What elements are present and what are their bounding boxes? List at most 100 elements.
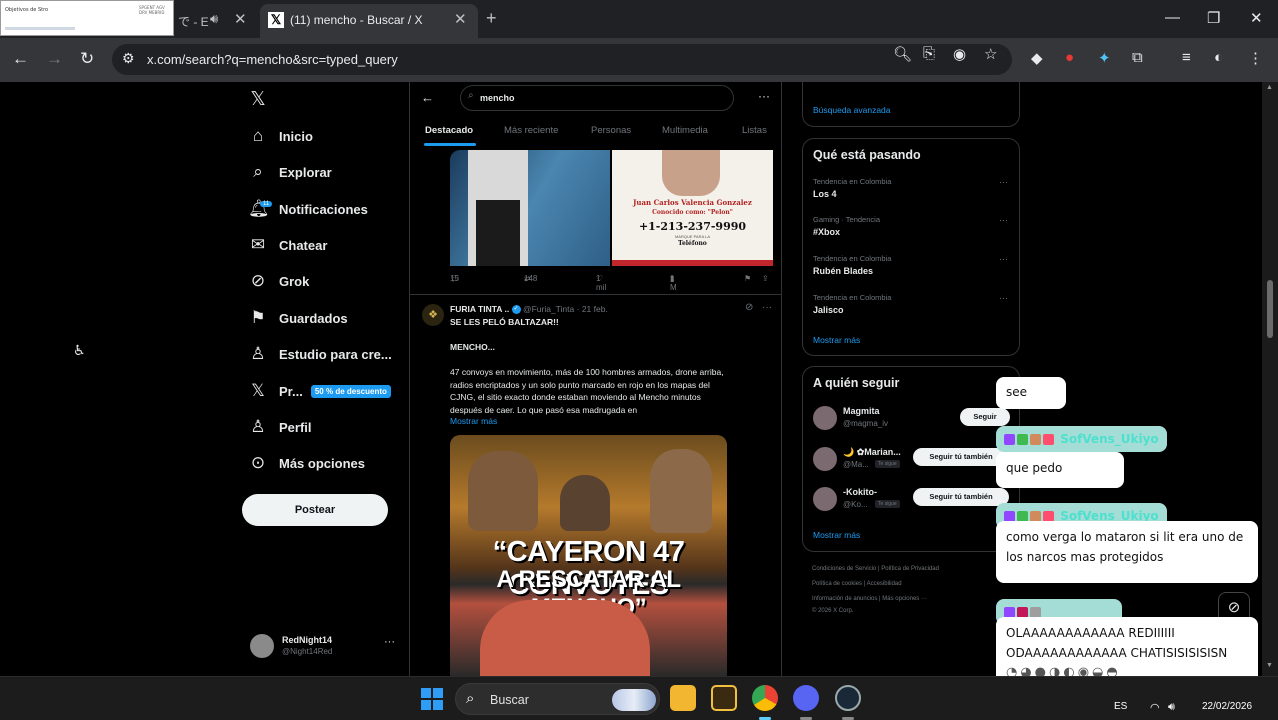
scroll-down-icon[interactable]: ▼ [1266,662,1273,669]
site-info-icon[interactable]: ⚙ [122,50,135,67]
trend-name[interactable]: Los 4 [813,189,837,199]
restore-icon[interactable]: ❐ [1207,9,1220,27]
follow-name[interactable]: Magmita [843,406,880,416]
follow-back-button[interactable]: Seguir tú también [913,448,1009,466]
language-indicator[interactable]: ES [1114,701,1127,712]
volume-icon[interactable]: 🔊︎ [1168,701,1175,714]
tab-preview-thumbnail[interactable]: Objetivos de Stro SPGENT AGV DRV MEBRID [0,0,174,36]
advanced-search-link[interactable]: Búsqueda avanzada [813,105,891,115]
tab-active[interactable]: 𝕏 (11) mencho - Buscar / X ✕ [260,4,478,38]
page-scrollbar[interactable]: ▲ ▼ [1262,82,1278,676]
nav-item-chatear[interactable]: ✉ Chatear [248,230,328,260]
show-more-link[interactable]: Mostrar más [813,530,860,540]
trend-name[interactable]: Rubén Blades [813,266,873,276]
close-tab-icon[interactable]: ✕ [234,10,247,28]
nav-item-estudio[interactable]: ♙ Estudio para cre... [248,339,391,369]
footer-link[interactable]: Condiciones de Servicio | Política de Pr… [812,566,939,572]
account-switcher[interactable]: RedNight14 @Night14Red ··· [250,634,400,662]
close-window-icon[interactable]: ✕ [1250,9,1263,27]
back-icon[interactable]: ← [12,49,29,69]
extension-blue-icon[interactable]: ✦ [1098,49,1111,67]
show-more-link[interactable]: Mostrar más [813,335,860,345]
tweet-photo[interactable] [450,150,610,266]
url-text[interactable]: x.com/search?q=mencho&src=typed_query [147,52,398,67]
nav-item-inicio[interactable]: ⌂ Inicio [248,121,313,151]
install-app-icon[interactable]: ⎘ [923,45,935,62]
trends-title: Qué está pasando [813,148,921,162]
tab-inactive[interactable]: で - E 🔊︎ ✕ [174,6,256,34]
chrome-icon[interactable] [752,685,778,711]
clock-date[interactable]: 22/02/2026 [1202,701,1252,712]
profile-avatar-icon[interactable]: ◐ [1214,49,1223,66]
nav-item-notificaciones[interactable]: 🔔︎ 11 Notificaciones [248,194,368,224]
forward-icon[interactable]: → [46,49,63,69]
nav-item-guardados[interactable]: ⚑ Guardados [248,303,347,333]
tweet-date[interactable]: 21 feb. [582,304,608,314]
tab-destacado[interactable]: Destacado [425,125,473,136]
share-icon[interactable]: ⇪ [762,274,769,283]
wanted-poster-photo[interactable]: Juan Carlos Valencia Gonzalez Conocido c… [612,150,773,266]
accessibility-icon[interactable]: ♿︎ [73,342,86,359]
zoom-icon[interactable]: 🔍︎ [893,45,912,63]
more-icon[interactable]: ··· [999,215,1008,225]
extension-red-icon[interactable]: ● [1065,49,1074,66]
back-arrow-icon[interactable]: ← [421,90,434,105]
browser-menu-icon[interactable]: ⋮ [1248,49,1263,67]
post-button[interactable]: Postear [242,494,388,526]
footer-link[interactable]: Política de cookies | Accesibilidad [812,581,902,587]
more-icon[interactable]: ··· [999,293,1008,303]
avatar[interactable] [813,406,837,430]
app-icon[interactable] [711,685,737,711]
follow-name[interactable]: -Kokito- [843,487,877,497]
steam-icon[interactable] [835,685,861,711]
tab-personas[interactable]: Personas [591,125,631,136]
footer-link[interactable]: Información de anuncios | Más opciones ·… [812,596,927,602]
bookmark-star-icon[interactable]: ☆ [984,45,997,63]
more-icon[interactable]: ··· [758,89,770,103]
new-tab-icon[interactable]: + [486,8,497,29]
nav-item-perfil[interactable]: ♙ Perfil [248,412,311,442]
extension-icon[interactable]: ◆ [1031,49,1043,67]
file-explorer-icon[interactable] [670,685,696,711]
reload-icon[interactable]: ↻ [80,49,94,69]
nav-item-explorar[interactable]: ⌕ Explorar [248,157,332,187]
more-icon[interactable]: ··· [999,177,1008,187]
more-icon[interactable]: ··· [999,254,1008,264]
tracking-protection-icon[interactable]: ◉ [953,45,966,63]
avatar[interactable] [813,487,837,511]
more-icon[interactable]: ··· [762,302,772,313]
scroll-up-icon[interactable]: ▲ [1266,84,1273,91]
taskbar-search[interactable]: ⌕ Buscar [455,683,660,715]
tweet-author-name[interactable]: FURIA TINTA .. [450,304,509,314]
show-more-link[interactable]: Mostrar más [450,416,497,426]
scrollbar-thumb[interactable] [1267,280,1273,338]
windows-start-icon[interactable] [421,688,443,710]
minimize-icon[interactable]: — [1165,9,1180,26]
avatar[interactable]: ❖ [422,304,444,326]
nav-item-premium[interactable]: 𝕏 Pr... 50 % de descuento [248,376,391,406]
follow-back-button[interactable]: Seguir tú también [913,488,1009,506]
tweet-image[interactable]: “CAYERON 47 CONVOYES A RESCATAR AL MENCH… [450,435,727,676]
address-bar[interactable]: ⚙ x.com/search?q=mencho&src=typed_query [112,44,1012,75]
nav-item-mas-opciones[interactable]: ⊙ Más opciones [248,448,365,478]
trend-name[interactable]: #Xbox [813,227,840,237]
grok-icon[interactable]: ⊘ [745,302,753,313]
nav-item-grok[interactable]: ⊘ Grok [248,266,309,296]
tab-mas-reciente[interactable]: Más reciente [504,125,558,136]
x-logo-link[interactable]: 𝕏 [248,84,268,114]
follow-name[interactable]: 🌙 ✿Marian... [843,447,901,458]
media-controls-icon[interactable]: ≡ [1182,49,1191,66]
speaker-icon[interactable]: 🔊︎ [210,11,218,27]
search-input[interactable]: ⌕ mencho [460,85,734,111]
follow-button[interactable]: Seguir [960,408,1010,426]
trend-name[interactable]: Jalisco [813,305,844,315]
extensions-puzzle-icon[interactable]: ⧉ [1132,49,1143,66]
network-icon[interactable]: ◠ [1150,701,1160,714]
tweet-author-handle[interactable]: @Furia_Tinta [523,304,574,314]
bookmark-icon[interactable]: ⚑ [744,274,751,283]
tab-multimedia[interactable]: Multimedia [662,125,708,136]
discord-icon[interactable] [793,685,819,711]
tab-listas[interactable]: Listas [742,125,767,136]
avatar[interactable] [813,447,837,471]
close-tab-icon[interactable]: ✕ [454,10,467,28]
